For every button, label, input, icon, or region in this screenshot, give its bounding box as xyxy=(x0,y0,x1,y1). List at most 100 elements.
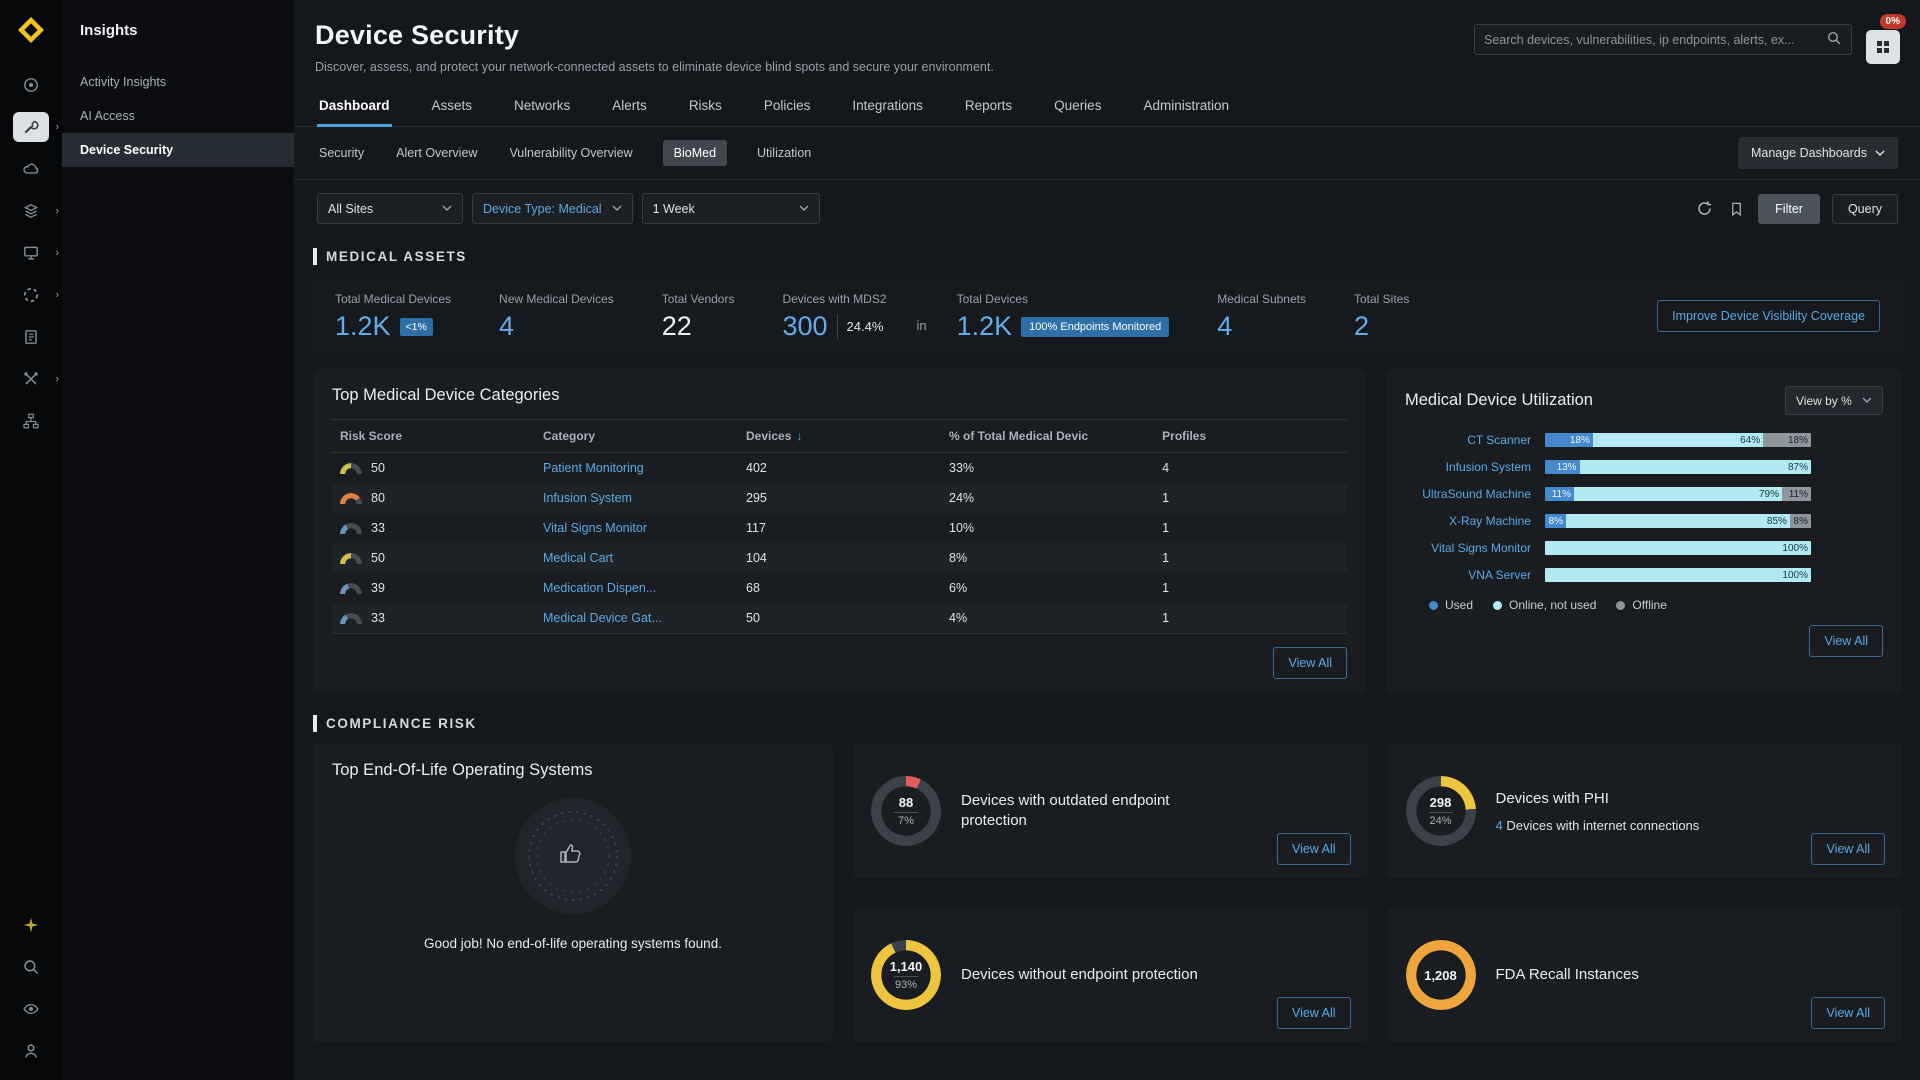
view-all-button[interactable]: View All xyxy=(1277,997,1351,1029)
device-type-link[interactable]: UltraSound Machine xyxy=(1405,487,1531,501)
without-endpoint-protection-card: 1,140 93% Devices without endpoint prote… xyxy=(853,908,1368,1042)
layers-icon[interactable]: › xyxy=(0,190,62,232)
tab-dashboard[interactable]: Dashboard xyxy=(317,92,392,126)
time-range-select[interactable]: 1 Week xyxy=(642,193,820,224)
category-link[interactable]: Infusion System xyxy=(543,491,632,505)
filter-bar: All Sites Device Type: Medical 1 Week Fi… xyxy=(295,180,1920,234)
subtab-vulnerability-overview[interactable]: Vulnerability Overview xyxy=(507,140,634,166)
tab-alerts[interactable]: Alerts xyxy=(610,92,649,126)
coverage-grid-icon[interactable] xyxy=(1866,30,1900,64)
category-link[interactable]: Medication Dispen... xyxy=(543,581,656,595)
subtab-utilization[interactable]: Utilization xyxy=(755,140,813,166)
tab-networks[interactable]: Networks xyxy=(512,92,572,126)
sidebar-item-ai-access[interactable]: AI Access xyxy=(62,99,294,133)
site-filter-select[interactable]: All Sites xyxy=(317,193,463,224)
improve-visibility-button[interactable]: Improve Device Visibility Coverage xyxy=(1657,300,1880,332)
filter-button[interactable]: Filter xyxy=(1758,194,1820,224)
table-row[interactable]: 33 Vital Signs Monitor 117 10% 1 xyxy=(332,513,1347,543)
column-risk-score[interactable]: Risk Score xyxy=(332,420,535,453)
app-logo-icon[interactable] xyxy=(11,10,51,50)
search-input[interactable] xyxy=(1484,33,1826,47)
sidebar-item-activity-insights[interactable]: Activity Insights xyxy=(62,65,294,99)
subtab-alert-overview[interactable]: Alert Overview xyxy=(394,140,479,166)
tab-reports[interactable]: Reports xyxy=(963,92,1014,126)
notebook-icon[interactable] xyxy=(0,316,62,358)
tab-policies[interactable]: Policies xyxy=(762,92,813,126)
view-all-button[interactable]: View All xyxy=(1809,625,1883,657)
column-pct-total[interactable]: % of Total Medical Devic xyxy=(941,420,1154,453)
tab-queries[interactable]: Queries xyxy=(1052,92,1103,126)
query-button[interactable]: Query xyxy=(1832,194,1898,224)
dashboard-subtabs: Security Alert Overview Vulnerability Ov… xyxy=(295,127,1920,180)
stat-value[interactable]: 1.2K xyxy=(335,313,391,340)
view-all-button[interactable]: View All xyxy=(1273,647,1347,679)
column-devices[interactable]: Devices↓ xyxy=(738,420,941,453)
table-row[interactable]: 39 Medication Dispen... 68 6% 1 xyxy=(332,573,1347,603)
device-type-link[interactable]: X-Ray Machine xyxy=(1405,514,1531,528)
column-category[interactable]: Category xyxy=(535,420,738,453)
device-type-link[interactable]: Infusion System xyxy=(1405,460,1531,474)
chevron-right-icon: › xyxy=(56,122,59,133)
count-link[interactable]: 4 xyxy=(1496,818,1503,833)
refresh-icon[interactable] xyxy=(1694,198,1715,219)
stat-value[interactable]: 300 xyxy=(782,313,827,340)
stat-value[interactable]: 2 xyxy=(1354,313,1369,340)
table-row[interactable]: 50 Patient Monitoring 402 33% 4 xyxy=(332,453,1347,484)
stat-value[interactable]: 4 xyxy=(499,313,514,340)
tools-icon[interactable]: › xyxy=(0,358,62,400)
column-profiles[interactable]: Profiles xyxy=(1154,420,1347,453)
view-all-button[interactable]: View All xyxy=(1811,833,1885,865)
eol-message: Good job! No end-of-life operating syste… xyxy=(424,936,722,951)
category-link[interactable]: Patient Monitoring xyxy=(543,461,644,475)
tab-assets[interactable]: Assets xyxy=(430,92,475,126)
utilization-bar-segment: 11% xyxy=(1782,487,1811,501)
segmented-circle-icon[interactable]: › xyxy=(0,274,62,316)
sparkles-icon[interactable] xyxy=(0,904,62,946)
device-type-link[interactable]: Vital Signs Monitor xyxy=(1405,541,1531,555)
top-medical-device-categories-card: Top Medical Device Categories Risk Score… xyxy=(313,369,1366,693)
device-type-link[interactable]: VNA Server xyxy=(1405,568,1531,582)
search-icon[interactable] xyxy=(0,946,62,988)
eye-icon[interactable] xyxy=(0,988,62,1030)
sort-desc-icon[interactable]: ↓ xyxy=(796,429,802,443)
stat-value[interactable]: 4 xyxy=(1217,313,1232,340)
table-row[interactable]: 80 Infusion System 295 24% 1 xyxy=(332,483,1347,513)
tab-integrations[interactable]: Integrations xyxy=(850,92,925,126)
page-title-block: Device Security Discover, assess, and pr… xyxy=(315,20,994,74)
bookmark-icon[interactable] xyxy=(1727,199,1746,219)
tab-risks[interactable]: Risks xyxy=(687,92,724,126)
stat-value[interactable]: 1.2K xyxy=(957,313,1013,340)
cloud-icon[interactable] xyxy=(0,148,62,190)
table-row[interactable]: 50 Medical Cart 104 8% 1 xyxy=(332,543,1347,573)
stat-value[interactable]: 22 xyxy=(662,313,692,340)
wrench-icon[interactable]: › xyxy=(0,106,62,148)
table-row[interactable]: 33 Medical Device Gat... 50 4% 1 xyxy=(332,603,1347,634)
tab-administration[interactable]: Administration xyxy=(1141,92,1231,126)
category-link[interactable]: Vital Signs Monitor xyxy=(543,521,647,535)
view-all-button[interactable]: View All xyxy=(1277,833,1351,865)
subtab-security[interactable]: Security xyxy=(317,140,366,166)
device-type-link[interactable]: CT Scanner xyxy=(1405,433,1531,447)
monitor-icon[interactable]: › xyxy=(0,232,62,274)
view-all-button[interactable]: View All xyxy=(1811,997,1885,1029)
device-type-filter-select[interactable]: Device Type: Medical xyxy=(472,193,633,224)
chevron-right-icon: › xyxy=(56,290,59,301)
subtab-biomed[interactable]: BioMed xyxy=(663,140,727,166)
category-link[interactable]: Medical Cart xyxy=(543,551,613,565)
sitemap-icon[interactable] xyxy=(0,400,62,442)
chevron-down-icon xyxy=(799,205,809,212)
medical-assets-stats-band: Total Medical Devices 1.2K <1% New Medic… xyxy=(313,277,1902,355)
sidebar-item-device-security[interactable]: Device Security xyxy=(62,133,294,167)
category-link[interactable]: Medical Device Gat... xyxy=(543,611,662,625)
donut-chart: 1,208 xyxy=(1406,940,1476,1010)
utilization-bar: 11%79%11% xyxy=(1545,487,1811,501)
compliance-row: Top End-Of-Life Operating Systems Good j… xyxy=(313,744,1902,1042)
radar-icon[interactable] xyxy=(0,64,62,106)
section-accent-bar xyxy=(313,248,317,265)
stat-new-medical-devices: New Medical Devices 4 xyxy=(499,292,614,340)
view-by-select[interactable]: View by % xyxy=(1785,386,1883,415)
user-icon[interactable] xyxy=(0,1030,62,1072)
search-icon[interactable] xyxy=(1826,30,1842,49)
manage-dashboards-button[interactable]: Manage Dashboards xyxy=(1738,137,1898,169)
divider xyxy=(837,314,838,340)
